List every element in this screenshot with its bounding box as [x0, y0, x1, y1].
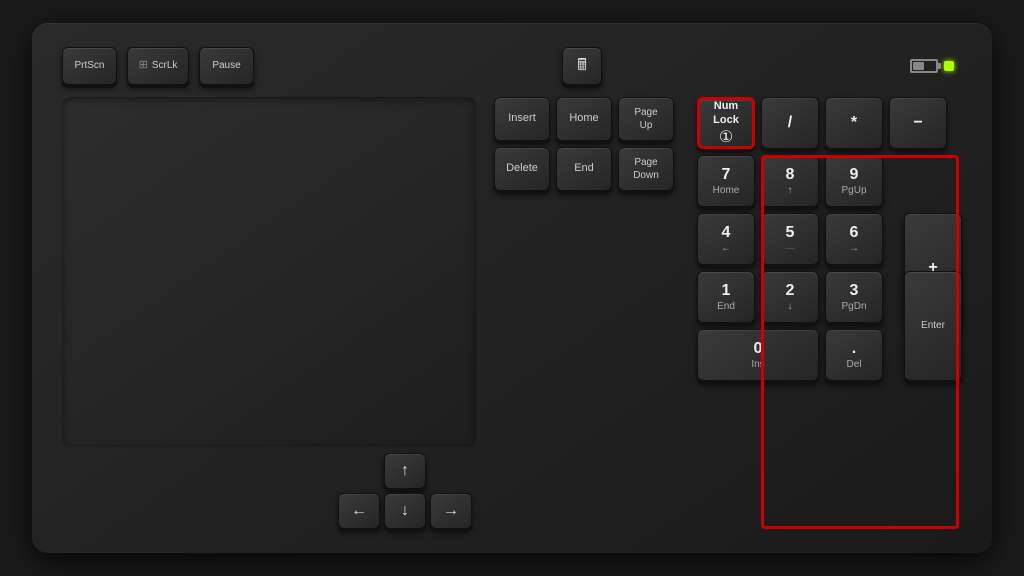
numpad-asterisk-key[interactable]: *: [825, 97, 883, 149]
pageup-key[interactable]: PageUp: [618, 97, 674, 141]
numpad-9-key[interactable]: 9 PgUp: [825, 155, 883, 207]
arrow-down-key[interactable]: ↓: [384, 493, 426, 529]
numpad-dot-key[interactable]: . Del: [825, 329, 883, 381]
numpad-0-key[interactable]: 0 Ins: [697, 329, 819, 381]
numpad-1-key[interactable]: 1 End: [697, 271, 755, 323]
numpad-6-key[interactable]: 6 →: [825, 213, 883, 265]
home-key[interactable]: Home: [556, 97, 612, 141]
numpad-4-key[interactable]: 4 ←: [697, 213, 755, 265]
pagedown-key[interactable]: PageDown: [618, 147, 674, 191]
insert-key[interactable]: Insert: [494, 97, 550, 141]
pause-key[interactable]: Pause: [199, 47, 254, 85]
numpad-minus-key[interactable]: −: [889, 97, 947, 149]
prtscn-key[interactable]: PrtScn: [62, 47, 117, 85]
numpad-5-key[interactable]: 5 —: [761, 213, 819, 265]
led-indicator: [944, 61, 954, 71]
scrlk-key[interactable]: ⊞ ScrLk: [127, 47, 189, 85]
delete-key[interactable]: Delete: [494, 147, 550, 191]
keyboard: PrtScn ⊞ ScrLk Pause 🖩: [32, 23, 992, 553]
numpad-7-key[interactable]: 7 Home: [697, 155, 755, 207]
arrow-up-key[interactable]: ↑: [384, 453, 426, 489]
numpad-8-key[interactable]: 8 ↑: [761, 155, 819, 207]
numpad-3-key[interactable]: 3 PgDn: [825, 271, 883, 323]
calc-key[interactable]: 🖩: [562, 47, 602, 85]
numpad: NumLock ① / * − 7 Home: [697, 97, 962, 529]
numlock-key[interactable]: NumLock ①: [697, 97, 755, 149]
arrow-right-key[interactable]: →: [430, 493, 472, 529]
battery-indicator: [910, 59, 938, 73]
arrow-left-key[interactable]: ←: [338, 493, 380, 529]
numpad-2-key[interactable]: 2 ↓: [761, 271, 819, 323]
numpad-slash-key[interactable]: /: [761, 97, 819, 149]
end-key[interactable]: End: [556, 147, 612, 191]
